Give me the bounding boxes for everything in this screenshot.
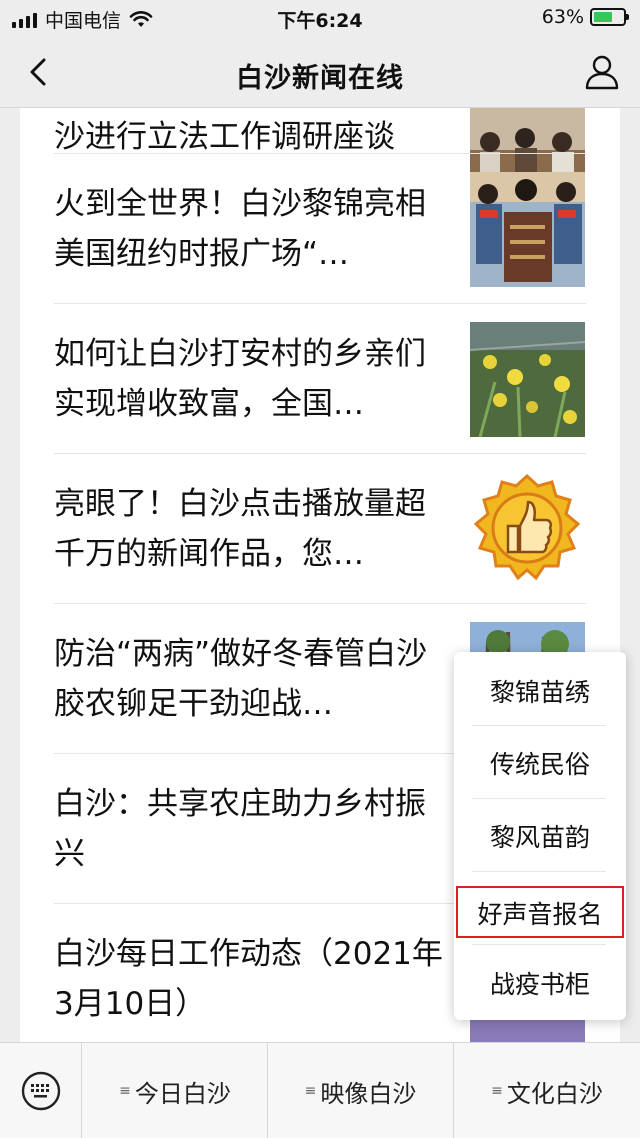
thumbs-up-badge [470,472,585,587]
battery-percent: 63% [541,6,584,28]
article-item[interactable]: 如何让白沙打安村的乡亲们实现增收致富，全国… [54,303,586,453]
article-title: 白沙：共享农庄助力乡村振兴 [54,786,426,872]
flower-field-photo [470,322,585,437]
battery-fill [594,12,612,22]
tab-jin-ri-bai-sha[interactable]: ≡ 今日白沙 [83,1043,267,1138]
page-title: 白沙新闻在线 [236,63,404,94]
submenu-item-chuan-tong-min-su[interactable]: 传统民俗 [454,726,626,799]
article-title: 防治“两病”做好冬春管白沙胶农铆足干劲迎战… [54,636,428,722]
article-title: 如何让白沙打安村的乡亲们实现增收致富，全国… [54,336,426,422]
battery-icon [590,8,629,26]
person-icon[interactable] [582,52,622,92]
keyboard-toggle-button[interactable] [0,1043,82,1138]
status-right: 63% [541,6,629,28]
tab-wen-hua-bai-sha[interactable]: ≡ 文化白沙 [454,1043,640,1138]
tab-label: 映像白沙 [320,1079,417,1108]
submenu-divider [472,944,606,945]
tab-label: 今日白沙 [134,1079,231,1108]
submenu-item-li-jin-miao-xiu[interactable]: 黎锦苗绣 [454,654,626,727]
tab-ying-xiang-bai-sha[interactable]: ≡ 映像白沙 [268,1043,453,1138]
article-title: 火到全世界！白沙黎锦亮相美国纽约时报广场“… [54,186,426,272]
nav-bar: 白沙新闻在线 [0,36,640,108]
menu-lines-icon: ≡ [491,1083,503,1099]
status-bar: 中国电信 下午6:24 63% [0,0,640,36]
keyboard-icon [21,1071,61,1111]
submenu-item-zhan-yi-shu-gui[interactable]: 战疫书柜 [454,946,626,1019]
submenu-item-li-feng-miao-yun[interactable]: 黎风苗韵 [454,799,626,872]
article-item[interactable]: 亮眼了！白沙点击播放量超千万的新闻作品，您… [54,453,586,603]
article-title: 白沙每日工作动态（2021年3月10日） [54,936,443,1022]
submenu-popup: 黎锦苗绣 传统民俗 黎风苗韵 好声音报名 战疫书柜 [454,652,626,1020]
article-title: 亮眼了！白沙点击播放量超千万的新闻作品，您… [54,486,426,572]
article-item[interactable]: 火到全世界！白沙黎锦亮相美国纽约时报广场“… [54,153,586,303]
embroidery-photo [470,172,585,287]
submenu-divider [472,871,606,872]
submenu-item-hao-sheng-yin-bao-ming[interactable]: 好声音报名 [454,876,626,949]
menu-lines-icon: ≡ [304,1083,317,1099]
menu-lines-icon: ≡ [119,1083,131,1099]
tab-label: 文化白沙 [506,1079,603,1108]
bottom-menu-bar: ≡ 今日白沙 ≡ 映像白沙 ≡ 文化白沙 [0,1042,640,1138]
